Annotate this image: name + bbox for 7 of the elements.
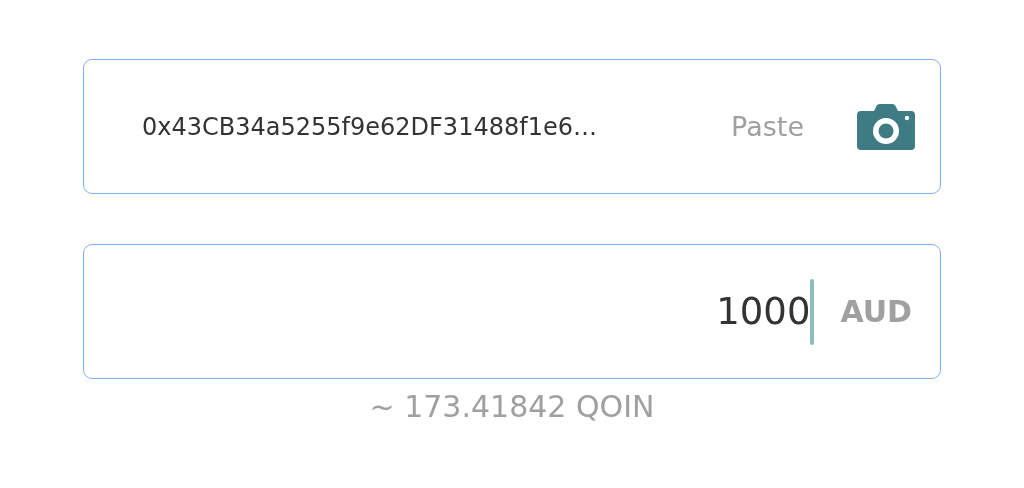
address-field[interactable]: 0x43CB34a5255f9e62DF31488f1e6… Paste [83,59,941,194]
amount-value: 1000 [716,290,811,333]
camera-icon[interactable] [856,102,916,151]
conversion-text: ~ 173.41842 QOIN [369,389,655,424]
amount-field[interactable]: 1000 AUD [83,244,941,379]
address-value: 0x43CB34a5255f9e62DF31488f1e6… [142,112,597,141]
currency-label: AUD [840,294,912,329]
